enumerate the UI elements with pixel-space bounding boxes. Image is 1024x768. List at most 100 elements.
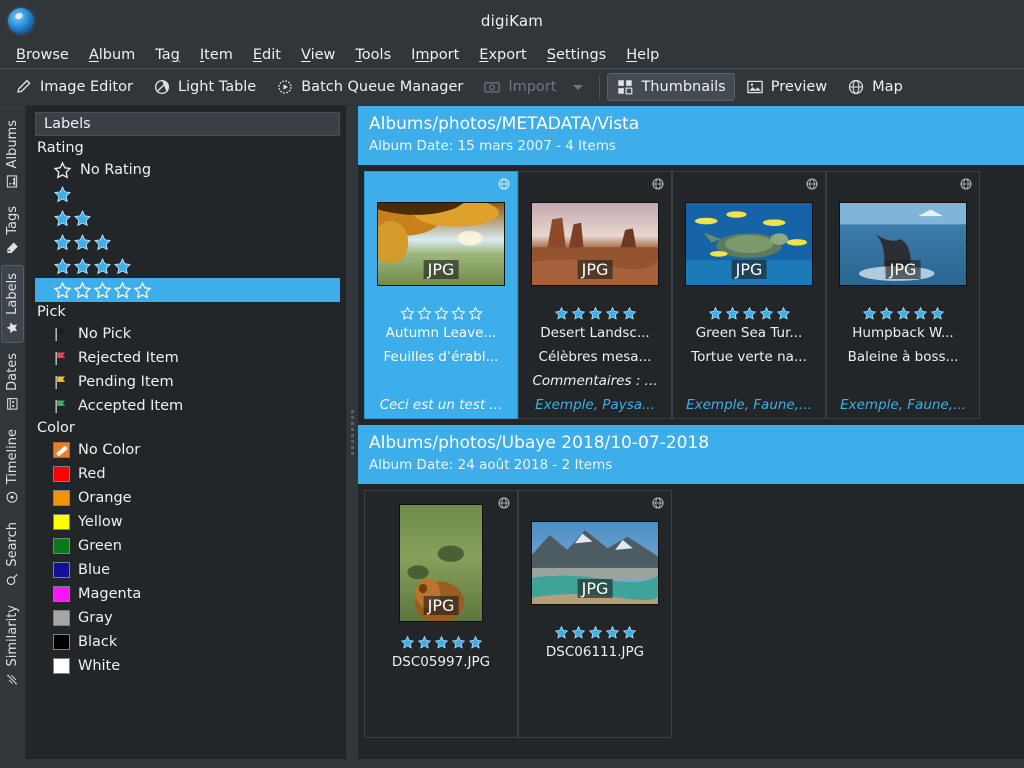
color-row[interactable]: Red	[35, 462, 340, 486]
rating-row[interactable]	[35, 182, 340, 206]
toolbar-button-label: Light Table	[178, 79, 256, 95]
sidebar-tab-timeline[interactable]: Timeline	[1, 421, 24, 512]
color-row[interactable]: Gray	[35, 606, 340, 630]
toolbar-button-thumbnails[interactable]: Thumbnails	[607, 73, 734, 101]
sidebar-tab-similarity[interactable]: Similarity	[1, 597, 24, 694]
color-swatch-icon	[53, 490, 70, 506]
card-rating-stars[interactable]	[708, 306, 791, 321]
rating-row[interactable]	[35, 206, 340, 230]
star-icon	[571, 625, 586, 640]
pick-group-title[interactable]: Pick	[35, 302, 340, 322]
color-row[interactable]: No Color	[35, 438, 340, 462]
pick-row[interactable]: No Pick	[35, 322, 340, 346]
color-row[interactable]: Yellow	[35, 510, 340, 534]
splitter-grip[interactable]	[351, 410, 354, 455]
color-row[interactable]: Black	[35, 630, 340, 654]
sidebar-tab-dates[interactable]: Dates	[1, 345, 24, 419]
thumbnail-card[interactable]: JPGGreen Sea Tur...Tortue verte na... Ex…	[672, 171, 826, 419]
flag-icon	[53, 350, 70, 367]
geolocation-icon[interactable]	[651, 496, 665, 510]
flag-icon	[53, 398, 70, 415]
star-icon	[622, 306, 637, 321]
card-tags: Ceci est un test ...	[368, 393, 514, 417]
color-row[interactable]: Green	[35, 534, 340, 558]
card-rating-stars[interactable]	[400, 635, 483, 650]
card-caption: Feuilles d’érabl...	[368, 345, 514, 369]
color-row[interactable]: White	[35, 654, 340, 678]
color-row[interactable]: Blue	[35, 558, 340, 582]
sidebar-tab-tags[interactable]: Tags	[1, 198, 24, 263]
flag-icon	[53, 374, 70, 391]
pick-row[interactable]: Rejected Item	[35, 346, 340, 370]
timeline-icon	[6, 490, 20, 504]
rating-group-title[interactable]: Rating	[35, 138, 340, 158]
star-icon	[554, 306, 569, 321]
rating-stars	[53, 185, 72, 204]
sidebar-tab-search[interactable]: Search	[1, 514, 24, 595]
color-swatch-icon	[53, 634, 70, 650]
chevron-down-icon[interactable]	[573, 85, 583, 90]
rating-row[interactable]: No Rating	[35, 158, 340, 182]
geolocation-icon[interactable]	[805, 177, 819, 191]
card-caption: Tortue verte na...	[676, 345, 822, 369]
pick-row[interactable]: Accepted Item	[35, 394, 340, 418]
menu-export[interactable]: Export	[469, 44, 536, 66]
rating-row[interactable]	[35, 254, 340, 278]
card-rating-stars[interactable]	[554, 306, 637, 321]
star-icon	[776, 306, 791, 321]
menu-tag[interactable]: Tag	[145, 44, 190, 66]
thumbnail-card[interactable]: JPGHumpback W...Baleine à boss... Exempl…	[826, 171, 980, 419]
toolbar-button-preview[interactable]: Preview	[737, 73, 836, 101]
star-icon	[53, 233, 72, 252]
menu-help[interactable]: Help	[616, 44, 669, 66]
similarity-icon	[6, 672, 20, 686]
star-icon	[400, 306, 415, 321]
menu-browse[interactable]: Browse	[6, 44, 79, 66]
thumbnail-card[interactable]: JPGDesert Landsc...Célèbres mesa...Comme…	[518, 171, 672, 419]
pick-row[interactable]: Pending Item	[35, 370, 340, 394]
sidebar-tab-albums[interactable]: Albums	[1, 112, 24, 196]
geolocation-icon[interactable]	[497, 177, 511, 191]
thumbnail-card[interactable]: JPGAutumn Leave...Feuilles d’érabl... Ce…	[364, 171, 518, 419]
toolbar-button-light-table[interactable]: Light Table	[144, 73, 265, 101]
album-subtitle: Album Date: 15 mars 2007 - 4 Items	[369, 136, 1013, 156]
menu-import[interactable]: Import	[401, 44, 469, 66]
color-row[interactable]: Magenta	[35, 582, 340, 606]
menu-tools[interactable]: Tools	[345, 44, 401, 66]
menu-album[interactable]: Album	[79, 44, 145, 66]
geolocation-icon[interactable]	[651, 177, 665, 191]
rating-row[interactable]	[35, 278, 340, 302]
card-rating-stars[interactable]	[400, 306, 483, 321]
star-icon	[759, 306, 774, 321]
geolocation-icon[interactable]	[959, 177, 973, 191]
no-color-icon	[53, 442, 70, 458]
rating-row[interactable]	[35, 230, 340, 254]
color-swatch-icon	[53, 562, 70, 578]
color-row-label: Yellow	[78, 514, 123, 530]
card-rating-stars[interactable]	[554, 625, 637, 640]
thumbnail-card[interactable]: JPGDSC05997.JPG	[364, 490, 518, 738]
album-header[interactable]: Albums/photos/Ubaye 2018/10-07-2018Album…	[358, 425, 1024, 484]
menu-edit[interactable]: Edit	[243, 44, 291, 66]
menu-view[interactable]: View	[291, 44, 345, 66]
card-rating-stars[interactable]	[862, 306, 945, 321]
file-format-badge: JPG	[424, 260, 459, 279]
menu-item[interactable]: Item	[190, 44, 243, 66]
toolbar-button-batch-queue-manager[interactable]: Batch Queue Manager	[267, 73, 472, 101]
toolbar-button-image-editor[interactable]: Image Editor	[6, 73, 142, 101]
menu-settings[interactable]: Settings	[537, 44, 617, 66]
color-group-title[interactable]: Color	[35, 418, 340, 438]
panel-splitter[interactable]	[346, 106, 358, 759]
window-title: digiKam	[0, 12, 1024, 30]
card-tags: Exemple, Paysa...	[522, 393, 668, 417]
lighttable-icon	[153, 78, 171, 96]
pick-row-label: Accepted Item	[78, 398, 183, 414]
toolbar-button-map[interactable]: Map	[838, 73, 912, 101]
color-row[interactable]: Orange	[35, 486, 340, 510]
color-row-label: Red	[78, 466, 106, 482]
star-icon	[6, 321, 20, 335]
card-metadata: Humpback W...Baleine à boss... Exemple, …	[830, 321, 976, 417]
thumbnail-card[interactable]: JPGDSC06111.JPG	[518, 490, 672, 738]
album-header[interactable]: Albums/photos/METADATA/VistaAlbum Date: …	[358, 106, 1024, 165]
sidebar-tab-labels[interactable]: Labels	[1, 265, 24, 343]
